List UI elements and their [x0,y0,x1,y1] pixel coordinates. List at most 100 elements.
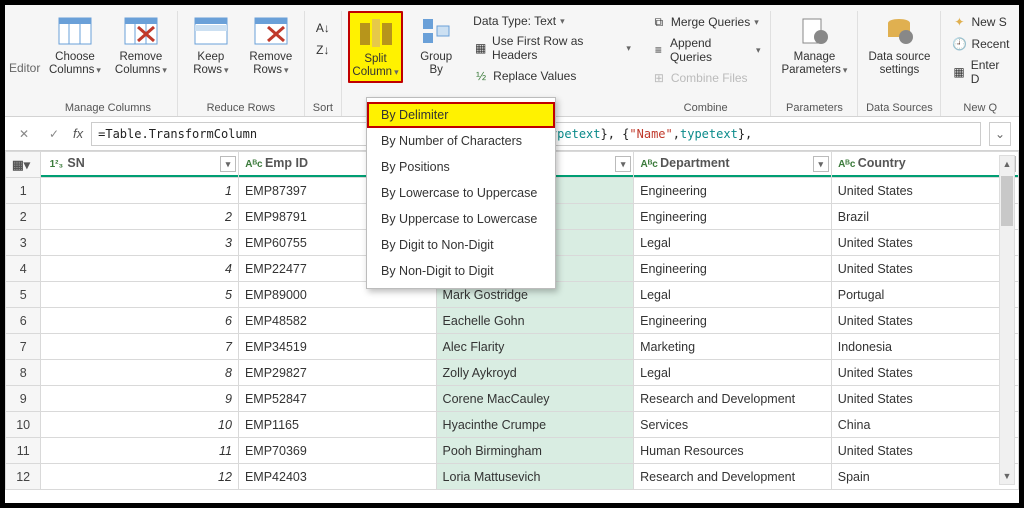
sort-asc-icon: A↓ [315,20,331,36]
data-source-settings-button[interactable]: Data source settings [864,11,934,79]
cell-department[interactable]: Research and Development [634,464,832,490]
cell-emp-id[interactable]: EMP34519 [238,334,436,360]
cell-country[interactable]: United States [831,178,1018,204]
cell-emp-id[interactable]: EMP52847 [238,386,436,412]
cell-department[interactable]: Engineering [634,308,832,334]
split-column-button[interactable]: Split Column [348,11,403,83]
cell-emp-id[interactable]: EMP1165 [238,412,436,438]
cell-country[interactable]: Brazil [831,204,1018,230]
scroll-up-button[interactable]: ▲ [1000,156,1014,172]
cell-name[interactable]: Pooh Birmingham [436,438,634,464]
new-source-button[interactable]: ✦New S [947,13,1013,31]
cell-emp-id[interactable]: EMP42403 [238,464,436,490]
cell-department[interactable]: Legal [634,282,832,308]
cell-name[interactable]: Zolly Aykroyd [436,360,634,386]
cell-sn[interactable]: 8 [41,360,239,386]
scroll-thumb[interactable] [1001,176,1013,226]
remove-columns-button[interactable]: Remove Columns [111,11,171,79]
replace-icon: ½ [473,68,489,84]
cell-sn[interactable]: 7 [41,334,239,360]
table-row[interactable]: 1111EMP70369Pooh BirminghamHuman Resourc… [6,438,1019,464]
cell-sn[interactable]: 11 [41,438,239,464]
cell-sn[interactable]: 10 [41,412,239,438]
cell-country[interactable]: United States [831,308,1018,334]
table-row[interactable]: 1010EMP1165Hyacinthe CrumpeServicesChina [6,412,1019,438]
remove-rows-button[interactable]: Remove Rows [244,11,298,79]
cell-emp-id[interactable]: EMP70369 [238,438,436,464]
cell-sn[interactable]: 4 [41,256,239,282]
cell-country[interactable]: Portugal [831,282,1018,308]
cell-sn[interactable]: 3 [41,230,239,256]
cell-department[interactable]: Engineering [634,204,832,230]
cell-name[interactable]: Eachelle Gohn [436,308,634,334]
table-row[interactable]: 77EMP34519Alec FlarityMarketingIndonesia [6,334,1019,360]
fx-label: fx [73,126,83,141]
cell-country[interactable]: United States [831,438,1018,464]
first-row-headers-button[interactable]: ▦Use First Row as Headers ▾ [469,33,635,63]
cell-department[interactable]: Engineering [634,256,832,282]
cell-country[interactable]: China [831,412,1018,438]
cell-country[interactable]: United States [831,386,1018,412]
menu-item-by-num-chars[interactable]: By Number of Characters [367,128,555,154]
cell-sn[interactable]: 5 [41,282,239,308]
col-filter-button[interactable]: ▾ [813,156,829,172]
table-row[interactable]: 66EMP48582Eachelle GohnEngineeringUnited… [6,308,1019,334]
col-header-country[interactable]: AᴮcCountry▾ [831,152,1018,178]
keep-rows-button[interactable]: Keep Rows [184,11,238,79]
cell-country[interactable]: United States [831,256,1018,282]
cell-sn[interactable]: 6 [41,308,239,334]
cell-sn[interactable]: 12 [41,464,239,490]
choose-columns-button[interactable]: Choose Columns [45,11,105,79]
formula-cancel-button[interactable]: ✕ [13,123,35,145]
data-type-dropdown[interactable]: Data Type: Text ▾ [469,13,635,29]
col-filter-button[interactable]: ▾ [615,156,631,172]
manage-parameters-button[interactable]: Manage Parameters [777,11,851,79]
group-by-button[interactable]: Group By [409,11,463,79]
recent-sources-button[interactable]: 🕘Recent [947,35,1013,53]
row-number: 3 [6,230,41,256]
col-filter-button[interactable]: ▾ [220,156,236,172]
col-header-sn[interactable]: 1²₃SN▾ [41,152,239,178]
cell-department[interactable]: Marketing [634,334,832,360]
scroll-down-button[interactable]: ▼ [1000,468,1014,484]
cell-name[interactable]: Hyacinthe Crumpe [436,412,634,438]
cell-sn[interactable]: 2 [41,204,239,230]
cell-name[interactable]: Corene MacCauley [436,386,634,412]
cell-department[interactable]: Human Resources [634,438,832,464]
replace-values-button[interactable]: ½Replace Values [469,67,635,85]
cell-department[interactable]: Engineering [634,178,832,204]
append-queries-button[interactable]: ≡Append Queries ▾ [647,35,765,65]
sort-asc-button[interactable]: A↓ [311,19,335,37]
cell-country[interactable]: Indonesia [831,334,1018,360]
cell-sn[interactable]: 9 [41,386,239,412]
menu-item-by-positions[interactable]: By Positions [367,154,555,180]
formula-expand-button[interactable]: ⌄ [989,122,1011,146]
cell-sn[interactable]: 1 [41,178,239,204]
cell-country[interactable]: Spain [831,464,1018,490]
menu-item-lower-to-upper[interactable]: By Lowercase to Uppercase [367,180,555,206]
cell-department[interactable]: Research and Development [634,386,832,412]
table-row[interactable]: 88EMP29827Zolly AykroydLegalUnited State… [6,360,1019,386]
formula-commit-button[interactable]: ✓ [43,123,65,145]
merge-queries-button[interactable]: ⧉Merge Queries ▾ [647,13,765,31]
table-row[interactable]: 1212EMP42403Loria MattusevichResearch an… [6,464,1019,490]
cell-name[interactable]: Alec Flarity [436,334,634,360]
cell-country[interactable]: United States [831,360,1018,386]
cell-emp-id[interactable]: EMP29827 [238,360,436,386]
table-row[interactable]: 99EMP52847Corene MacCauleyResearch and D… [6,386,1019,412]
menu-item-digit-to-non[interactable]: By Digit to Non-Digit [367,232,555,258]
enter-data-button[interactable]: ▦Enter D [947,57,1013,87]
vertical-scrollbar[interactable]: ▲ ▼ [999,155,1015,485]
menu-item-non-to-digit[interactable]: By Non-Digit to Digit [367,258,555,284]
cell-country[interactable]: United States [831,230,1018,256]
sort-desc-button[interactable]: Z↓ [311,41,335,59]
table-corner-button[interactable]: ▦▾ [6,152,41,178]
cell-department[interactable]: Services [634,412,832,438]
cell-department[interactable]: Legal [634,360,832,386]
menu-item-by-delimiter[interactable]: By Delimiter [367,102,555,128]
menu-item-upper-to-lower[interactable]: By Uppercase to Lowercase [367,206,555,232]
col-header-department[interactable]: AᴮcDepartment▾ [634,152,832,178]
cell-emp-id[interactable]: EMP48582 [238,308,436,334]
cell-department[interactable]: Legal [634,230,832,256]
cell-name[interactable]: Loria Mattusevich [436,464,634,490]
